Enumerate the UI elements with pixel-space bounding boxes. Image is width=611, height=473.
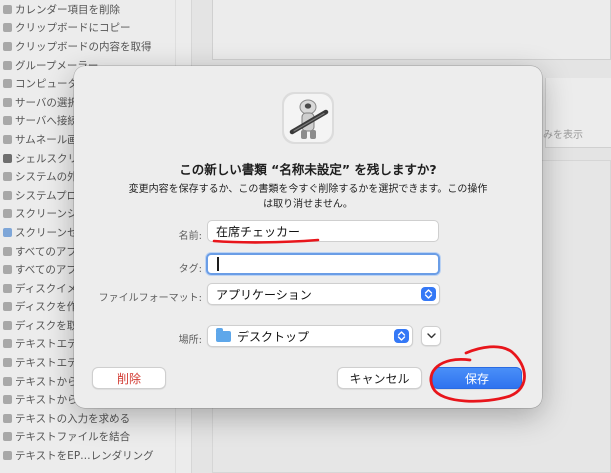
action-list-item-label: テキストエデ [15,357,78,370]
text-icon [3,395,12,405]
action-list-item-label: スクリーンセ [15,226,78,239]
name-label: 名前: [178,231,202,242]
action-list-item-label: ディスクを取 [15,319,78,332]
screenshot-icon [3,209,12,219]
action-list-item-label: テキストから [15,375,78,388]
file-format-select[interactable]: アプリケーション [207,283,440,305]
automator-app-icon [282,92,334,144]
action-icon [3,41,12,51]
action-list-item-label: ディスクイメ [15,282,78,295]
dialog-message: 変更内容を保存するか、この書類を今すぐ削除するかを選択できます。この操作は取り消… [128,184,488,210]
action-icon [3,23,12,33]
text-icon [3,339,12,349]
up-down-arrows-icon [421,287,436,301]
chevron-down-icon [426,333,436,339]
tags-label: タグ: [178,264,202,275]
system-icon [3,190,12,200]
action-list-item-label: システムプロ [15,189,78,202]
image-icon [3,134,12,144]
system-icon [3,172,12,182]
tags-field[interactable] [206,253,440,275]
disk-icon [3,320,12,330]
server-icon [3,97,12,107]
action-list-item-label: すべてのアプ [15,264,77,277]
name-field-value: 在席チェッカー [216,224,301,239]
action-list-item[interactable]: テキストの入力を求める [0,409,191,428]
text-icon [3,376,12,386]
app-icon [3,246,12,256]
location-select[interactable]: デスクトップ [207,325,413,347]
disk-icon [3,283,12,293]
action-list-item-label: サーバの選択 [15,96,78,109]
text-caret [217,257,219,271]
folder-icon [216,327,231,342]
background-panel-top [212,0,611,60]
text-icon [3,451,12,461]
action-list-item-label: システムの外 [15,171,78,184]
terminal-icon [3,153,12,163]
action-list-item[interactable]: カレンダー項目を削除 [0,0,191,19]
action-list-item-label: テキストファイルを結合 [15,431,131,444]
location-value: デスクトップ [237,329,310,344]
file-format-value: アプリケーション [216,287,312,302]
text-icon [3,413,12,423]
calendar-icon [3,4,12,14]
finder-icon [3,79,12,89]
action-list-item[interactable]: テキストファイルを結合 [0,428,191,447]
location-label: 場所: [178,335,202,346]
action-list-item-label: すべてのアプ [15,245,77,258]
action-list-item-label: サムネール画 [15,133,78,146]
action-list-item-label: クリップボードの内容を取得 [15,40,152,53]
dialog-title: この新しい書類 “名称未設定” を残しますか? [179,162,437,177]
action-list-item[interactable]: クリップボードの内容を取得 [0,37,191,56]
action-list-item[interactable]: テキストをEP…レンダリング [0,446,191,465]
server-icon [3,116,12,126]
cancel-button[interactable]: キャンセル [337,367,422,389]
action-list-item[interactable]: クリップボードにコピー [0,19,191,38]
text-icon [3,432,12,442]
expand-button[interactable] [421,326,441,346]
action-list-item-label: テキストの入力を求める [15,412,131,425]
action-list-item-label: テキストをEP…レンダリング [15,450,154,463]
save-button[interactable]: 保存 [432,367,522,389]
action-list-item-label: コンピュータ [15,78,78,91]
screensaver-icon [3,227,12,237]
disk-icon [3,302,12,312]
action-list-item-label: サーバへ接続 [15,115,78,128]
mail-icon [3,60,12,70]
action-list-item-label: シェルスクリ [15,152,78,165]
text-icon [3,358,12,368]
app-icon [3,265,12,275]
name-field[interactable]: 在席チェッカー [207,220,439,242]
action-list-item-label: カレンダー項目を削除 [15,3,120,16]
action-list-item-label: クリップボードにコピー [15,22,131,35]
up-down-arrows-icon [394,329,409,343]
save-dialog: この新しい書類 “名称未設定” を残しますか? 変更内容を保存するか、この書類を… [74,66,542,408]
action-list-item-label: テキストエデ [15,338,78,351]
action-list-item-label: スクリーンシ [15,208,78,221]
file-format-label: ファイルフォーマット: [98,293,202,304]
delete-button[interactable]: 削除 [92,367,166,389]
